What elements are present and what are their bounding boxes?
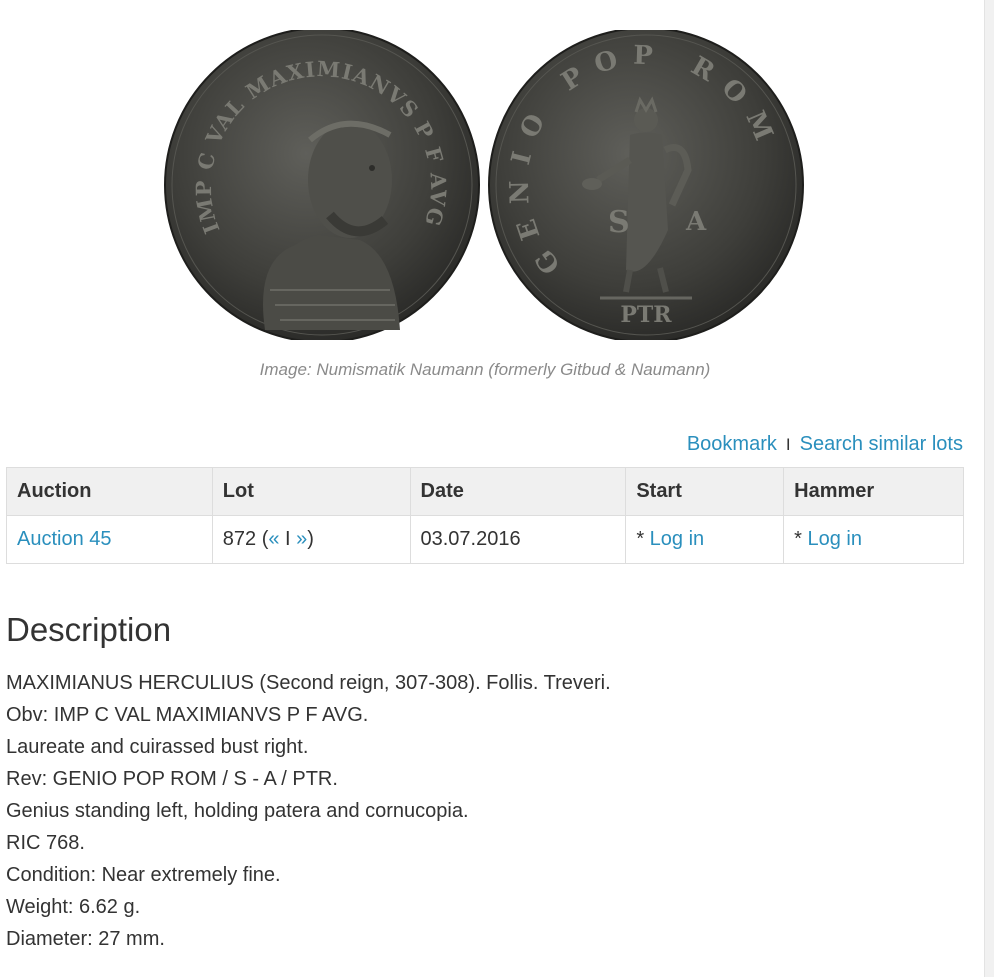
coin-image-pair[interactable]: IMP C VAL MAXIMIANVS P F AVG GENIO POP R… bbox=[160, 30, 810, 340]
start-prefix: * bbox=[636, 528, 650, 550]
description-line: Diameter: 27 mm. bbox=[6, 928, 165, 950]
description-line: Obv: IMP C VAL MAXIMIANVS P F AVG. bbox=[6, 704, 369, 726]
date-cell: 03.07.2016 bbox=[409, 515, 627, 564]
reverse-coin: GENIO POP ROM S A PTR bbox=[488, 30, 804, 340]
auction-cell: Auction 45 bbox=[6, 515, 213, 564]
description-line: Rev: GENIO POP ROM / S - A / PTR. bbox=[6, 768, 338, 790]
auction-column-header: Auction bbox=[6, 467, 213, 516]
next-lot-link[interactable]: » bbox=[296, 528, 307, 550]
hammer-login-link[interactable]: Log in bbox=[807, 528, 862, 550]
description-line: Weight: 6.62 g. bbox=[6, 896, 141, 918]
bookmark-link[interactable]: Bookmark bbox=[687, 433, 777, 455]
hammer-prefix: * bbox=[794, 528, 808, 550]
action-separator: I bbox=[785, 435, 791, 454]
previous-lot-link[interactable]: « bbox=[268, 528, 279, 550]
description-line: Laureate and cuirassed bust right. bbox=[6, 736, 309, 758]
description-line: Condition: Near extremely fine. bbox=[6, 864, 281, 886]
table-header-row: Auction Lot Date Start Hammer bbox=[6, 467, 964, 516]
start-login-link[interactable]: Log in bbox=[650, 528, 705, 550]
start-column-header: Start bbox=[625, 467, 785, 516]
description-heading: Description bbox=[6, 611, 172, 648]
auction-link[interactable]: Auction 45 bbox=[17, 528, 112, 550]
date-column-header: Date bbox=[409, 467, 627, 516]
lot-column-header: Lot bbox=[211, 467, 411, 516]
reverse-field-left: S bbox=[608, 205, 630, 240]
lot-nav-close: ) bbox=[307, 528, 314, 550]
reverse-field-right: A bbox=[685, 207, 707, 237]
start-cell: * Log in bbox=[625, 515, 785, 564]
lot-actions: Bookmark I Search similar lots bbox=[687, 433, 963, 456]
search-similar-lots-link[interactable]: Search similar lots bbox=[800, 433, 963, 455]
description-line: MAXIMIANUS HERCULIUS (Second reign, 307-… bbox=[6, 672, 611, 694]
lot-cell: 872 (« I ») bbox=[211, 515, 411, 564]
image-credit: Image: Numismatik Naumann (formerly Gitb… bbox=[259, 360, 711, 379]
lot-nav-open: ( bbox=[256, 528, 269, 550]
lot-number: 872 bbox=[222, 528, 257, 550]
lot-info-table: Auction Lot Date Start Hammer Auction 45… bbox=[6, 467, 964, 564]
hammer-column-header: Hammer bbox=[783, 467, 964, 516]
obverse-coin: IMP C VAL MAXIMIANVS P F AVG bbox=[164, 30, 480, 340]
table-row: Auction 45 872 (« I ») 03.07.2016 * Log … bbox=[6, 515, 964, 564]
reverse-exergue: PTR bbox=[620, 302, 672, 328]
lot-nav-divider: I bbox=[279, 528, 297, 550]
description-line: RIC 768. bbox=[6, 832, 85, 854]
hammer-cell: * Log in bbox=[783, 515, 964, 564]
description-text: MAXIMIANUS HERCULIUS (Second reign, 307-… bbox=[6, 667, 611, 955]
scrollbar-track[interactable] bbox=[984, 0, 994, 977]
description-line: Genius standing left, holding patera and… bbox=[6, 800, 469, 822]
